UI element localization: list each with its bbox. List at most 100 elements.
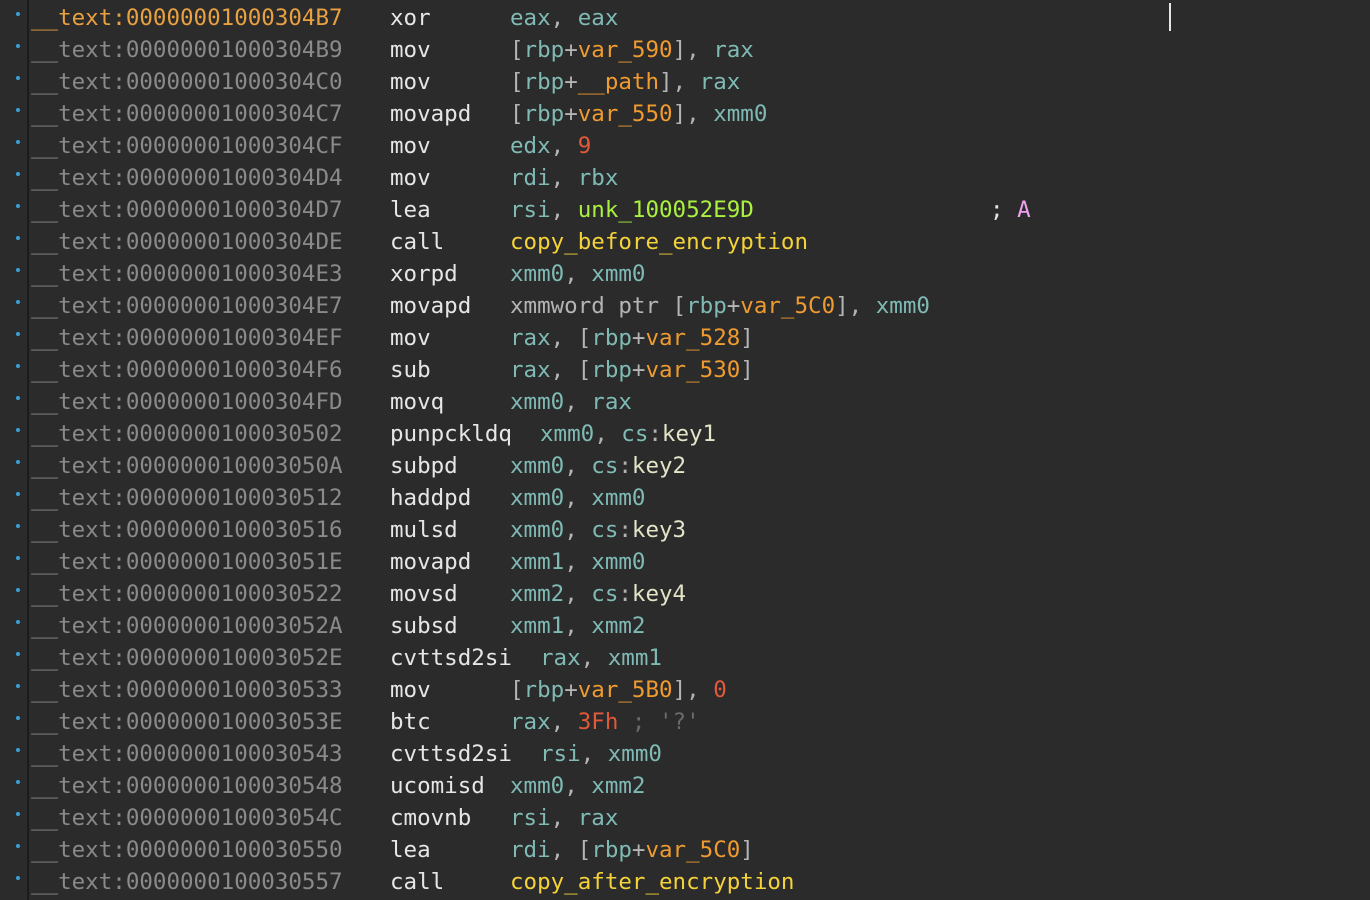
instruction-row[interactable]: __text:0000000100030548 ucomisd xmm0, xmm2 <box>0 770 1370 802</box>
function-name-link[interactable]: copy_before_encryption <box>510 229 808 255</box>
breakpoint-marker-icon[interactable] <box>16 204 20 208</box>
instruction-mnemonic[interactable]: lea <box>390 834 431 866</box>
breakpoint-marker-icon[interactable] <box>16 876 20 880</box>
instruction-mnemonic[interactable]: btc <box>390 706 431 738</box>
breakpoint-marker-icon[interactable] <box>16 140 20 144</box>
instruction-mnemonic[interactable]: cvttsd2si <box>390 642 512 674</box>
instruction-address[interactable]: __text:0000000100030502 <box>31 418 343 450</box>
instruction-mnemonic[interactable]: call <box>390 866 444 898</box>
breakpoint-marker-icon[interactable] <box>16 236 20 240</box>
instruction-row[interactable]: __text:000000010003053E btc rax, 3Fh ; '?' <box>0 706 1370 738</box>
instruction-mnemonic[interactable]: punpckldq <box>390 418 512 450</box>
instruction-mnemonic[interactable]: mov <box>390 34 431 66</box>
instruction-mnemonic[interactable]: mulsd <box>390 514 458 546</box>
instruction-address[interactable]: __text:00000001000304D4 <box>31 162 343 194</box>
instruction-mnemonic[interactable]: movq <box>390 386 444 418</box>
stack-variable-link[interactable]: var_5B0 <box>578 677 673 703</box>
instruction-address[interactable]: __text:00000001000304B9 <box>31 34 343 66</box>
instruction-row[interactable]: __text:000000010003050A subpd xmm0, cs:key… <box>0 450 1370 482</box>
instruction-address[interactable]: __text:0000000100030543 <box>31 738 343 770</box>
stack-variable-link[interactable]: __path <box>578 69 659 95</box>
stack-variable-link[interactable]: var_5C0 <box>645 837 740 863</box>
instruction-row[interactable]: __text:000000010003051E movapd xmm1, xmm0 <box>0 546 1370 578</box>
breakpoint-marker-icon[interactable] <box>16 44 20 48</box>
instruction-address[interactable]: __text:00000001000304EF <box>31 322 343 354</box>
instruction-mnemonic[interactable]: xorpd <box>390 258 458 290</box>
instruction-row[interactable]: __text:00000001000304D7 lea rsi, unk_10005… <box>0 194 1370 226</box>
data-symbol-link[interactable]: key1 <box>662 421 716 447</box>
instruction-mnemonic[interactable]: haddpd <box>390 482 471 514</box>
function-name-link[interactable]: copy_after_encryption <box>510 869 794 895</box>
instruction-address[interactable]: __text:00000001000304FD <box>31 386 343 418</box>
instruction-row[interactable]: __text:0000000100030533 mov [rbp+var_5B0],… <box>0 674 1370 706</box>
breakpoint-marker-icon[interactable] <box>16 684 20 688</box>
breakpoint-marker-icon[interactable] <box>16 812 20 816</box>
breakpoint-marker-icon[interactable] <box>16 172 20 176</box>
instruction-address[interactable]: __text:00000001000304CF <box>31 130 343 162</box>
instruction-address[interactable]: __text:000000010003053E <box>31 706 343 738</box>
instruction-address[interactable]: __text:00000001000304E7 <box>31 290 343 322</box>
disassembly-view[interactable]: __text:00000001000304B7 xor eax, eax __text… <box>0 0 1370 900</box>
instruction-row[interactable]: __text:00000001000304D4 mov rdi, rbx <box>0 162 1370 194</box>
instruction-row[interactable]: __text:00000001000304DE call copy_before_e… <box>0 226 1370 258</box>
instruction-row[interactable]: __text:0000000100030522 movsd xmm2, cs:key… <box>0 578 1370 610</box>
instruction-mnemonic[interactable]: cvttsd2si <box>390 738 512 770</box>
instruction-row[interactable]: __text:0000000100030502 punpckldq xmm0, cs… <box>0 418 1370 450</box>
instruction-row[interactable]: __text:00000001000304F6 sub rax, [rbp+var_… <box>0 354 1370 386</box>
breakpoint-marker-icon[interactable] <box>16 460 20 464</box>
instruction-address[interactable]: __text:00000001000304C7 <box>31 98 343 130</box>
breakpoint-marker-icon[interactable] <box>16 556 20 560</box>
instruction-row[interactable]: __text:00000001000304FD movq xmm0, rax <box>0 386 1370 418</box>
instruction-mnemonic[interactable]: xor <box>390 2 431 34</box>
data-symbol-link[interactable]: key2 <box>632 453 686 479</box>
instruction-address[interactable]: __text:000000010003052E <box>31 642 343 674</box>
instruction-mnemonic[interactable]: mov <box>390 674 431 706</box>
instruction-row[interactable]: __text:00000001000304B7 xor eax, eax <box>0 2 1370 34</box>
instruction-row[interactable]: __text:0000000100030550 lea rdi, [rbp+var_… <box>0 834 1370 866</box>
instruction-address[interactable]: __text:0000000100030557 <box>31 866 343 898</box>
instruction-row[interactable]: __text:000000010003052A subsd xmm1, xmm2 <box>0 610 1370 642</box>
instruction-row[interactable]: __text:00000001000304B9 mov [rbp+var_590],… <box>0 34 1370 66</box>
stack-variable-link[interactable]: var_550 <box>578 101 673 127</box>
instruction-address[interactable]: __text:00000001000304DE <box>31 226 343 258</box>
instruction-address[interactable]: __text:000000010003050A <box>31 450 343 482</box>
instruction-row[interactable]: __text:0000000100030557 call copy_after_en… <box>0 866 1370 898</box>
stack-variable-link[interactable]: var_5C0 <box>740 293 835 319</box>
instruction-mnemonic[interactable]: subsd <box>390 610 458 642</box>
instruction-row[interactable]: __text:00000001000304EF mov rax, [rbp+var_… <box>0 322 1370 354</box>
breakpoint-marker-icon[interactable] <box>16 652 20 656</box>
data-label-link[interactable]: unk_100052E9D <box>578 197 754 223</box>
instruction-mnemonic[interactable]: movapd <box>390 290 471 322</box>
breakpoint-marker-icon[interactable] <box>16 332 20 336</box>
breakpoint-marker-icon[interactable] <box>16 12 20 16</box>
instruction-mnemonic[interactable]: sub <box>390 354 431 386</box>
instruction-mnemonic[interactable]: mov <box>390 66 431 98</box>
stack-variable-link[interactable]: var_528 <box>645 325 740 351</box>
instruction-mnemonic[interactable]: cmovnb <box>390 802 471 834</box>
breakpoint-marker-icon[interactable] <box>16 844 20 848</box>
instruction-row[interactable]: __text:00000001000304E3 xorpd xmm0, xmm0 <box>0 258 1370 290</box>
stack-variable-link[interactable]: var_590 <box>578 37 673 63</box>
breakpoint-marker-icon[interactable] <box>16 364 20 368</box>
instruction-address[interactable]: __text:00000001000304F6 <box>31 354 343 386</box>
instruction-mnemonic[interactable]: movapd <box>390 98 471 130</box>
instruction-address[interactable]: __text:0000000100030516 <box>31 514 343 546</box>
instruction-row[interactable]: __text:00000001000304CF mov edx, 9 <box>0 130 1370 162</box>
instruction-address[interactable]: __text:00000001000304E3 <box>31 258 343 290</box>
instruction-mnemonic[interactable]: movapd <box>390 546 471 578</box>
instruction-address[interactable]: __text:0000000100030533 <box>31 674 343 706</box>
breakpoint-marker-icon[interactable] <box>16 524 20 528</box>
breakpoint-marker-icon[interactable] <box>16 716 20 720</box>
instruction-mnemonic[interactable]: lea <box>390 194 431 226</box>
breakpoint-marker-icon[interactable] <box>16 748 20 752</box>
instruction-address[interactable]: __text:00000001000304D7 <box>31 194 343 226</box>
instruction-row[interactable]: __text:0000000100030516 mulsd xmm0, cs:key… <box>0 514 1370 546</box>
breakpoint-marker-icon[interactable] <box>16 492 20 496</box>
breakpoint-marker-icon[interactable] <box>16 588 20 592</box>
instruction-mnemonic[interactable]: ucomisd <box>390 770 485 802</box>
instruction-address[interactable]: __text:000000010003052A <box>31 610 343 642</box>
instruction-address[interactable]: __text:000000010003051E <box>31 546 343 578</box>
data-symbol-link[interactable]: key4 <box>632 581 686 607</box>
breakpoint-marker-icon[interactable] <box>16 780 20 784</box>
instruction-mnemonic[interactable]: mov <box>390 322 431 354</box>
